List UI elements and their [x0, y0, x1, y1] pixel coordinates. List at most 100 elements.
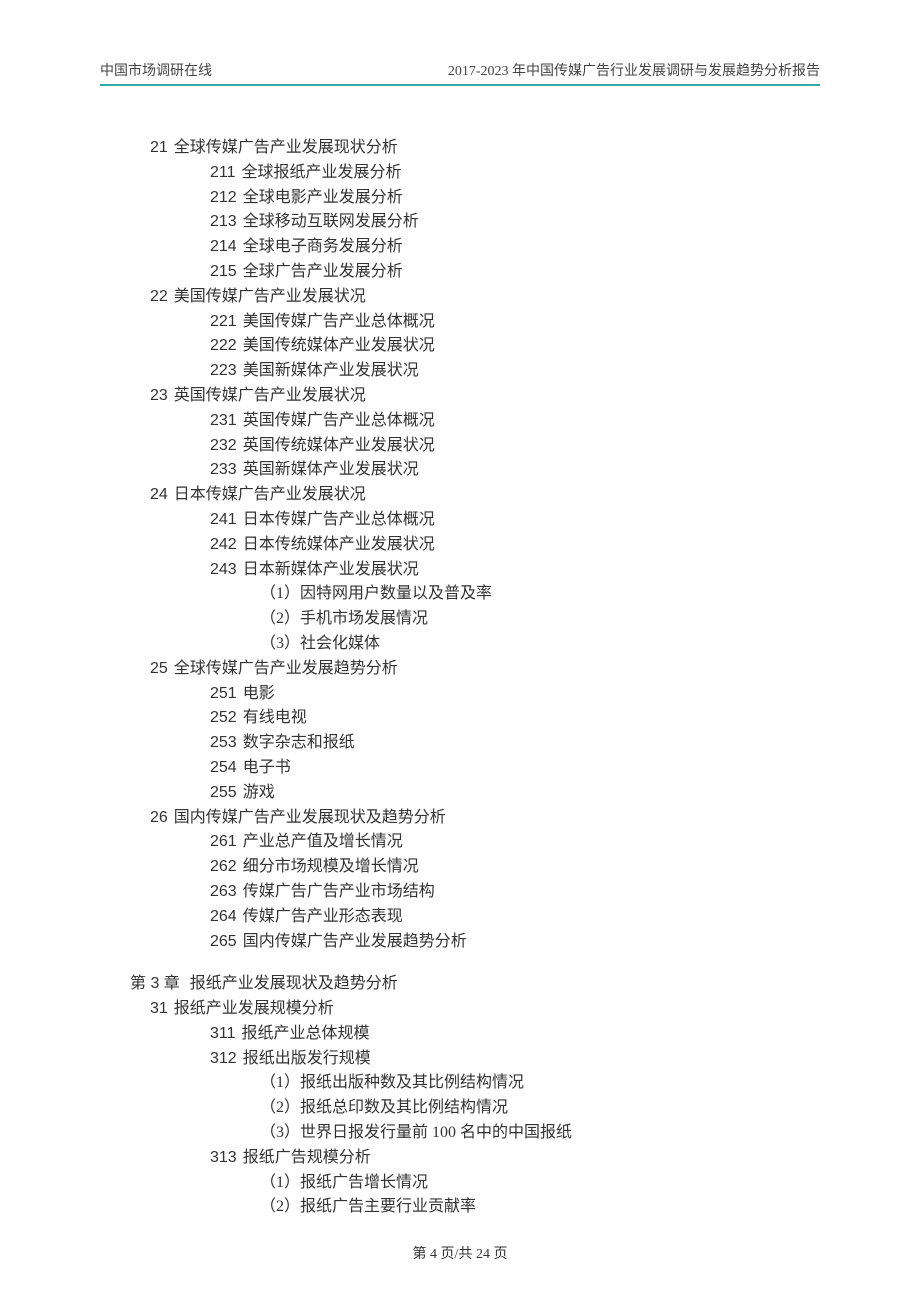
- toc-title: 全球移动互联网发展分析: [243, 213, 419, 230]
- toc-entry: 23英国传媒广告产业发展状况: [130, 384, 820, 409]
- toc-number: 22: [150, 288, 168, 305]
- toc-number: 243: [210, 561, 237, 578]
- toc-title: 全球电影产业发展分析: [243, 189, 403, 206]
- toc-entry: 263传媒广告广告产业市场结构: [130, 880, 820, 905]
- footer-total-pages: 24: [476, 1247, 490, 1262]
- toc-number: 214: [210, 238, 237, 255]
- toc-title: 全球报纸产业发展分析: [242, 164, 402, 181]
- toc-entry: 214 全球电子商务发展分析: [130, 235, 820, 260]
- toc-number: 232: [210, 437, 237, 454]
- toc-number: 254: [210, 759, 237, 776]
- toc-title: 全球传媒广告产业发展趋势分析: [174, 660, 398, 677]
- toc-entry: 264传媒广告产业形态表现: [130, 905, 820, 930]
- toc-entry: 211 全球报纸产业发展分析: [130, 161, 820, 186]
- toc-title: 报纸产业发展规模分析: [174, 1000, 334, 1017]
- toc-title: 电子书: [243, 759, 291, 776]
- toc-title: 产业总产值及增长情况: [243, 833, 403, 850]
- toc-title: （2）手机市场发展情况: [260, 610, 428, 627]
- toc-entry: 22 美国传媒广告产业发展状况: [130, 285, 820, 310]
- toc-entry: 31 报纸产业发展规模分析: [130, 997, 820, 1022]
- toc-number: 25: [150, 660, 168, 677]
- toc-entry: 265国内传媒广告产业发展趋势分析: [130, 930, 820, 955]
- toc-title: 英国传统媒体产业发展状况: [243, 437, 435, 454]
- toc-entry: 255 游戏: [130, 781, 820, 806]
- toc-entry: 254 电子书: [130, 756, 820, 781]
- toc-title: 日本新媒体产业发展状况: [243, 561, 419, 578]
- toc-number: 255: [210, 784, 237, 801]
- toc-number: 252: [210, 709, 237, 726]
- toc-entry: 212 全球电影产业发展分析: [130, 186, 820, 211]
- toc-number: 312: [210, 1050, 237, 1067]
- toc-title: 美国传媒广告产业总体概况: [243, 313, 435, 330]
- toc-title: （1）报纸出版种数及其比例结构情况: [260, 1074, 524, 1091]
- toc-entry: 312 报纸出版发行规模: [130, 1047, 820, 1072]
- toc-title: 有线电视: [243, 709, 307, 726]
- toc-number: 222: [210, 337, 237, 354]
- toc-title: （3）社会化媒体: [260, 635, 380, 652]
- footer-suffix: 页: [490, 1247, 508, 1262]
- toc-title: 英国传媒广告产业发展状况: [174, 387, 366, 404]
- footer-prefix: 第: [413, 1247, 431, 1262]
- toc-title: 日本传媒广告产业发展状况: [174, 486, 366, 503]
- toc-number: 24: [150, 486, 168, 503]
- toc-number: 第 3 章: [130, 975, 180, 992]
- header-right: 2017-2023 年中国传媒广告行业发展调研与发展趋势分析报告: [448, 60, 820, 80]
- toc-title: 英国传媒广告产业总体概况: [243, 412, 435, 429]
- toc-number: 21: [150, 139, 168, 156]
- toc-entry: （2）手机市场发展情况: [130, 607, 820, 632]
- toc-title: 传媒广告产业形态表现: [243, 908, 403, 925]
- toc-number: 215: [210, 263, 237, 280]
- toc-title: （2）报纸总印数及其比例结构情况: [260, 1099, 508, 1116]
- toc-title: （1）因特网用户数量以及普及率: [260, 585, 492, 602]
- toc-title: 全球电子商务发展分析: [243, 238, 403, 255]
- toc-entry: 253 数字杂志和报纸: [130, 731, 820, 756]
- toc-entry: 242日本传统媒体产业发展状况: [130, 533, 820, 558]
- toc-title: （2）报纸广告主要行业贡献率: [260, 1198, 476, 1215]
- toc-title: 美国传统媒体产业发展状况: [243, 337, 435, 354]
- toc-entry: （1）报纸广告增长情况: [130, 1171, 820, 1196]
- toc-entry: （2）报纸广告主要行业贡献率: [130, 1195, 820, 1220]
- toc-entry: 223美国新媒体产业发展状况: [130, 359, 820, 384]
- header-divider: [100, 84, 820, 86]
- toc-entry: 222 美国传统媒体产业发展状况: [130, 334, 820, 359]
- toc-entry: 221美国传媒广告产业总体概况: [130, 310, 820, 335]
- footer-current-page: 4: [430, 1247, 437, 1262]
- toc-number: 261: [210, 833, 237, 850]
- page-footer: 第 4 页/共 24 页: [0, 1243, 920, 1263]
- toc-entry: （3）世界日报发行量前 100 名中的中国报纸: [130, 1121, 820, 1146]
- toc-title: 数字杂志和报纸: [243, 734, 355, 751]
- document-page: 中国市场调研在线 2017-2023 年中国传媒广告行业发展调研与发展趋势分析报…: [0, 0, 920, 1303]
- toc-number: 212: [210, 189, 237, 206]
- toc-entry: 262细分市场规模及增长情况: [130, 855, 820, 880]
- toc-title: 美国传媒广告产业发展状况: [174, 288, 366, 305]
- toc-number: 26: [150, 809, 168, 826]
- toc-title: 报纸出版发行规模: [243, 1050, 371, 1067]
- toc-number: 253: [210, 734, 237, 751]
- toc-number: 263: [210, 883, 237, 900]
- toc-entry: 21 全球传媒广告产业发展现状分析: [130, 136, 820, 161]
- toc-number: 31: [150, 1000, 168, 1017]
- toc-entry: 215全球广告产业发展分析: [130, 260, 820, 285]
- toc-title: 全球传媒广告产业发展现状分析: [174, 139, 398, 156]
- toc-entry: （1）因特网用户数量以及普及率: [130, 582, 820, 607]
- footer-mid: 页/共: [437, 1247, 476, 1262]
- toc-title: 细分市场规模及增长情况: [243, 858, 419, 875]
- table-of-contents: 21 全球传媒广告产业发展现状分析 211 全球报纸产业发展分析 212 全球电影产业发展…: [100, 136, 820, 1220]
- toc-title: 报纸广告规模分析: [243, 1149, 371, 1166]
- toc-entry: 25 全球传媒广告产业发展趋势分析: [130, 657, 820, 682]
- toc-number: 211: [210, 164, 236, 181]
- toc-title: 游戏: [243, 784, 275, 801]
- toc-entry: 243 日本新媒体产业发展状况: [130, 558, 820, 583]
- toc-entry: （2）报纸总印数及其比例结构情况: [130, 1096, 820, 1121]
- toc-entry: 231 英国传媒广告产业总体概况: [130, 409, 820, 434]
- toc-number: 231: [210, 412, 237, 429]
- toc-number: 233: [210, 461, 237, 478]
- toc-title: （1）报纸广告增长情况: [260, 1174, 428, 1191]
- header-left: 中国市场调研在线: [100, 60, 212, 80]
- toc-entry: 261 产业总产值及增长情况: [130, 830, 820, 855]
- toc-entry: 241日本传媒广告产业总体概况: [130, 508, 820, 533]
- toc-entry: 233 英国新媒体产业发展状况: [130, 458, 820, 483]
- toc-entry: 251电影: [130, 682, 820, 707]
- toc-title: 英国新媒体产业发展状况: [243, 461, 419, 478]
- toc-title: 国内传媒广告产业发展趋势分析: [243, 933, 467, 950]
